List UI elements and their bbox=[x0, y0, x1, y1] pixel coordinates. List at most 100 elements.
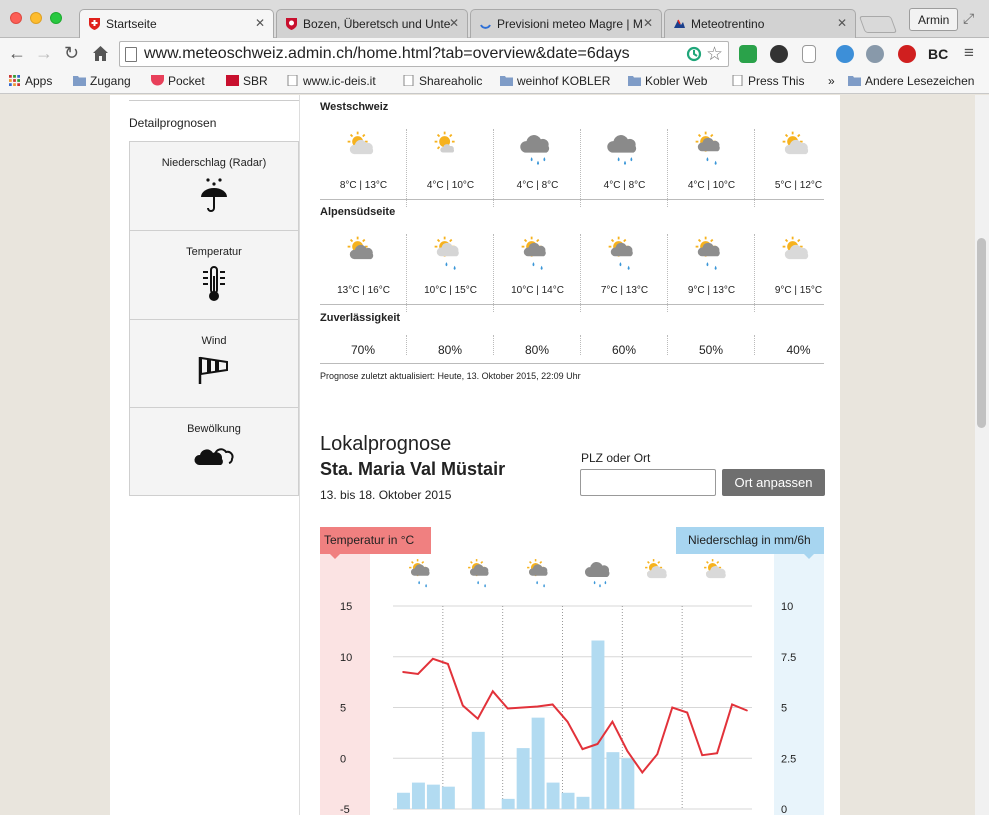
sun-cloud-rain-icon bbox=[409, 559, 430, 588]
refresh-ext-icon[interactable] bbox=[866, 45, 884, 63]
clouds-icon bbox=[194, 448, 234, 465]
temperature-point bbox=[566, 720, 569, 723]
windsock-icon bbox=[198, 356, 228, 384]
close-tab-icon[interactable]: ✕ bbox=[837, 16, 847, 30]
close-tab-icon[interactable]: ✕ bbox=[255, 16, 265, 30]
forecast-day-cell: 4°C | 10°C bbox=[668, 129, 755, 207]
evernote-ext-icon[interactable] bbox=[739, 45, 757, 63]
thermometer-icon bbox=[203, 266, 225, 301]
plz-input[interactable] bbox=[580, 469, 716, 496]
tab-previsioni[interactable]: Previsioni meteo Magre | M ✕ bbox=[470, 9, 662, 38]
forecast-day-cell: 4°C | 10°C bbox=[407, 129, 494, 207]
camera-ext-icon[interactable] bbox=[770, 45, 788, 63]
bookmark-star-icon[interactable]: ☆ bbox=[706, 43, 723, 66]
sidebar-item-wind[interactable]: Wind bbox=[129, 319, 299, 408]
bookmarks-overflow[interactable]: » bbox=[828, 74, 835, 88]
temperature-point bbox=[536, 705, 539, 708]
back-button[interactable]: ← bbox=[8, 43, 26, 64]
bookmark-sbr[interactable]: SBR bbox=[226, 74, 268, 88]
url-text: www.meteoschweiz.admin.ch/home.html?tab=… bbox=[144, 45, 630, 62]
scrollbar-thumb[interactable] bbox=[977, 238, 986, 428]
local-forecast-dates: 13. bis 18. Oktober 2015 bbox=[320, 488, 452, 502]
folder-icon bbox=[73, 76, 86, 86]
temperature-range: 13°C | 16°C bbox=[337, 285, 390, 296]
reliability-value: 50% bbox=[668, 335, 755, 357]
bookmark-ext-icon[interactable] bbox=[802, 45, 816, 63]
sun-cloud-rain-icon bbox=[518, 234, 558, 272]
bookmark-other[interactable]: Andere Lesezeichen bbox=[848, 74, 974, 88]
bc-ext-label[interactable]: BC bbox=[928, 46, 948, 62]
temperature-point bbox=[596, 743, 599, 745]
row-divider bbox=[320, 363, 824, 364]
tab-meteotrentino[interactable]: Meteotrentino ✕ bbox=[664, 9, 856, 38]
bookmark-weinhof[interactable]: weinhof KOBLER bbox=[500, 74, 610, 88]
fullscreen-icon[interactable]: ⤢ bbox=[963, 10, 974, 27]
reload-button[interactable]: ↻ bbox=[64, 43, 79, 64]
profile-button[interactable]: Armin bbox=[909, 8, 959, 31]
sidebar-item-temperatur[interactable]: Temperatur bbox=[129, 230, 299, 319]
bookmark-ic-deis[interactable]: www.ic-deis.it bbox=[286, 74, 376, 88]
temperature-range: 8°C | 13°C bbox=[339, 180, 388, 191]
forward-button[interactable]: → bbox=[35, 43, 53, 64]
temperature-point bbox=[671, 706, 674, 709]
bookmark-zugang[interactable]: Zugang bbox=[73, 74, 131, 88]
temperature-point bbox=[626, 750, 629, 752]
close-tab-icon[interactable]: ✕ bbox=[449, 16, 459, 30]
home-icon bbox=[93, 46, 108, 61]
loading-spinner-icon bbox=[480, 24, 491, 29]
reliability-value: 80% bbox=[494, 335, 581, 357]
umbrella-rain-icon bbox=[201, 178, 227, 212]
temperature-point bbox=[656, 753, 659, 755]
meteotrentino-logo-icon bbox=[674, 19, 685, 28]
address-bar[interactable]: www.meteoschweiz.admin.ch/home.html?tab=… bbox=[119, 41, 729, 67]
close-tab-icon[interactable]: ✕ bbox=[643, 16, 653, 30]
bookmark-kobler-web[interactable]: Kobler Web bbox=[628, 74, 707, 88]
row-divider bbox=[320, 199, 824, 200]
cloud-rain-icon bbox=[584, 561, 610, 588]
bookmark-press-this[interactable]: Press This bbox=[731, 74, 804, 88]
home-button[interactable] bbox=[92, 43, 109, 67]
tab-label: Meteotrentino bbox=[691, 17, 765, 31]
close-window-button[interactable] bbox=[10, 12, 22, 24]
scrollbar-track[interactable] bbox=[975, 95, 989, 815]
precip-bar bbox=[576, 796, 590, 809]
temperature-range: 5°C | 12°C bbox=[774, 180, 823, 191]
zoom-window-button[interactable] bbox=[50, 12, 62, 24]
precip-bar bbox=[531, 717, 545, 809]
sidebar-item-bewoelkung[interactable]: Bewölkung bbox=[129, 407, 299, 496]
pocket-icon bbox=[151, 75, 164, 86]
sidebar-rule bbox=[129, 100, 299, 101]
sun-cloud-light-icon bbox=[344, 129, 384, 167]
sidebar-item-label: Wind bbox=[201, 335, 227, 347]
page-icon bbox=[732, 75, 743, 86]
temperature-point bbox=[491, 690, 494, 693]
sidebar-item-niederschlag[interactable]: Niederschlag (Radar) bbox=[129, 141, 299, 230]
page-icon bbox=[287, 75, 298, 86]
forecast-day-cell: 8°C | 13°C bbox=[320, 129, 407, 207]
menu-icon[interactable]: ≡ bbox=[964, 43, 974, 63]
precip-tick-label: 7.5 bbox=[781, 652, 796, 664]
forecast-day-cell: 4°C | 8°C bbox=[494, 129, 581, 207]
sun-cloud-rain-icon bbox=[692, 129, 732, 167]
page-icon bbox=[403, 75, 414, 86]
minimize-window-button[interactable] bbox=[30, 12, 42, 24]
history-icon[interactable] bbox=[685, 45, 703, 63]
forecast-day-cell: 7°C | 13°C bbox=[581, 234, 668, 312]
bookmark-pocket[interactable]: Pocket bbox=[151, 74, 205, 88]
tab-bozen[interactable]: Bozen, Überetsch und Unte ✕ bbox=[276, 9, 468, 38]
temperature-point bbox=[746, 709, 748, 712]
sun-cloud-rain-light-icon bbox=[431, 234, 471, 272]
tab-startseite[interactable]: Startseite ✕ bbox=[79, 9, 274, 39]
ort-anpassen-button[interactable]: Ort anpassen bbox=[722, 469, 825, 496]
sync-ext-icon[interactable] bbox=[836, 45, 854, 63]
bookmark-apps[interactable]: Apps bbox=[8, 74, 52, 88]
adblock-ext-icon[interactable] bbox=[898, 45, 916, 63]
bookmark-shareaholic[interactable]: Shareaholic bbox=[402, 74, 482, 88]
sun-cloud-rain-icon bbox=[692, 234, 732, 272]
folder-icon bbox=[848, 76, 861, 86]
precip-bar bbox=[501, 798, 515, 809]
temperature-point bbox=[731, 703, 733, 706]
precip-tick-label: 10 bbox=[781, 601, 793, 613]
precip-bar bbox=[411, 782, 425, 809]
new-tab-button[interactable] bbox=[858, 16, 898, 33]
